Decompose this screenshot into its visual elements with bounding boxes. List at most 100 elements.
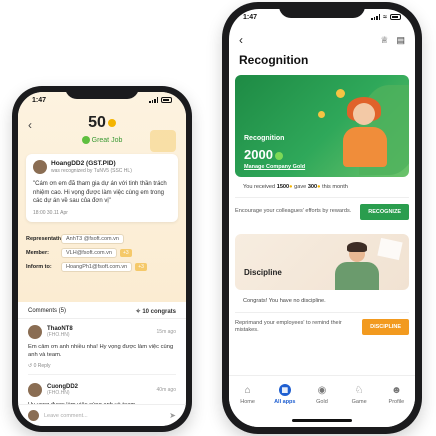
encourage-text: Encourage your colleagues' efforts by re… bbox=[235, 208, 352, 215]
paper-illustration bbox=[377, 237, 403, 261]
discipline-row: Reprimand your employees' to remind thei… bbox=[235, 319, 409, 335]
person-illustration bbox=[343, 127, 387, 167]
congrats-label: 10 congrats bbox=[142, 309, 176, 315]
summary-prefix: You received bbox=[243, 184, 276, 190]
field-member: Member: VLH@fsoft.com.vn +3 bbox=[26, 248, 178, 258]
avatar bbox=[33, 160, 47, 174]
manage-company-gold-link[interactable]: Manage Company Gold bbox=[244, 164, 305, 170]
status-time: 1:47 bbox=[243, 13, 258, 21]
signal-icon bbox=[371, 14, 381, 20]
trophy-icon[interactable]: ♕ bbox=[380, 35, 388, 46]
nav-item-home[interactable]: ⌂ Home bbox=[233, 384, 263, 427]
field-inform-to: Inform to: HoangPh1@fsoft.com.vn +3 bbox=[26, 262, 178, 272]
send-icon[interactable]: ➤ bbox=[169, 411, 176, 420]
gold-icon: ◉ bbox=[317, 384, 327, 396]
banner-amount: 2000 bbox=[244, 147, 283, 162]
person-head-illustration bbox=[353, 103, 375, 125]
nav-label: All apps bbox=[274, 399, 296, 405]
coin-icon bbox=[107, 118, 116, 127]
phone-notch bbox=[279, 2, 365, 18]
field-label: Representative: bbox=[26, 236, 68, 242]
comment-composer: Leave comment... ➤ bbox=[18, 404, 186, 426]
summary-suffix: this month bbox=[322, 184, 348, 190]
phone-right: 1:47 ≈ ‹ ♕ ▤ Recognition Recognition 200… bbox=[222, 2, 422, 434]
gold-coin-icon bbox=[274, 151, 283, 160]
award-amount-value: 50 bbox=[88, 114, 106, 131]
more-count-badge[interactable]: +3 bbox=[119, 249, 132, 257]
recognition-detail-screen: 1:47 ‹ 50 Great Job HoangDD2 (GST.PID) w… bbox=[18, 92, 186, 426]
game-icon: ♘ bbox=[354, 384, 364, 396]
field-value[interactable]: VLH@fsoft.com.vn bbox=[61, 248, 117, 258]
recognition-card: HoangDD2 (GST.PID) was recognized by TuN… bbox=[26, 154, 178, 222]
nav-label: Gold bbox=[316, 399, 328, 405]
discipline-label: Discipline bbox=[244, 268, 282, 277]
coin-icon bbox=[336, 89, 345, 98]
congrats-count[interactable]: ✧ 10 congrats bbox=[136, 308, 176, 315]
banner-amount-value: 2000 bbox=[244, 147, 273, 162]
person-illustration bbox=[335, 262, 379, 290]
discipline-banner: Discipline bbox=[235, 234, 409, 290]
avatar bbox=[28, 325, 42, 339]
more-count-badge[interactable]: +3 bbox=[135, 263, 147, 271]
battery-icon bbox=[161, 97, 172, 103]
person-hair-illustration bbox=[347, 242, 367, 252]
summary-received: 1500 bbox=[276, 184, 290, 190]
field-value[interactable]: AnhT3 @fsoft.com.vn bbox=[61, 234, 124, 244]
comment-time: 15m ago bbox=[156, 329, 176, 335]
avatar bbox=[28, 410, 39, 421]
home-icon: ⌂ bbox=[244, 384, 251, 396]
comment-author-unit: (FHO.HN) bbox=[47, 390, 70, 396]
coin-icon: ● bbox=[317, 184, 321, 190]
recipient-fields: Representative: AnhT3 @fsoft.com.vn Memb… bbox=[26, 234, 178, 276]
status-icons bbox=[149, 97, 172, 103]
page-title: Recognition bbox=[239, 53, 309, 67]
reprimand-text: Reprimand your employees' to remind thei… bbox=[235, 319, 342, 334]
recognition-message: "Cám ơn em đã tham gia dự án với tinh th… bbox=[33, 181, 167, 204]
phone-notch bbox=[65, 86, 139, 99]
nav-label: Profile bbox=[388, 399, 405, 405]
phone-left: 1:47 ‹ 50 Great Job HoangDD2 (GST.PID) w… bbox=[12, 86, 192, 432]
detail-header-area: 1:47 ‹ 50 Great Job HoangDD2 (GST.PID) w… bbox=[18, 92, 186, 302]
nav-label: Home bbox=[240, 399, 255, 405]
summary-gave: 300 bbox=[307, 184, 318, 190]
recognition-screen: 1:47 ≈ ‹ ♕ ▤ Recognition Recognition 200… bbox=[229, 9, 415, 427]
comment-text: Em cảm ơn anh nhiều nha! Hy vọng được là… bbox=[28, 344, 174, 358]
coin-icon bbox=[318, 111, 325, 118]
avatar bbox=[28, 383, 42, 397]
document-icon[interactable]: ▤ bbox=[396, 35, 405, 46]
reply-button[interactable]: ↺ 0 Reply bbox=[28, 363, 176, 375]
comment-time: 40m ago bbox=[156, 387, 176, 393]
recognized-by: was recognized by TuNV5 (SSC HL) bbox=[51, 168, 132, 174]
signal-icon bbox=[149, 97, 158, 103]
comment-author-unit: (FHO.HN) bbox=[47, 332, 70, 338]
field-representative: Representative: AnhT3 @fsoft.com.vn bbox=[26, 234, 178, 244]
banner-label: Recognition bbox=[244, 135, 285, 142]
monthly-summary: You received 1500● gave 300● this month bbox=[235, 177, 409, 198]
status-icons: ≈ bbox=[371, 14, 401, 21]
recognition-time: 18:00 30.11 Apr bbox=[33, 209, 68, 216]
back-button[interactable]: ‹ bbox=[239, 33, 243, 47]
battery-icon bbox=[390, 14, 401, 20]
sender-name: HoangDD2 (GST.PID) bbox=[51, 160, 116, 167]
badge-text: Great Job bbox=[91, 136, 123, 144]
status-time: 1:47 bbox=[32, 96, 47, 104]
summary-mid: gave bbox=[294, 184, 307, 190]
comment-input[interactable]: Leave comment... bbox=[44, 413, 88, 419]
nav-item-profile[interactable]: ☻ Profile bbox=[381, 384, 411, 427]
comments-header: Comments (5) ✧ 10 congrats bbox=[18, 302, 186, 319]
discipline-button[interactable]: DISCIPLINE bbox=[362, 319, 409, 335]
recognize-row: Encourage your colleagues' efforts by re… bbox=[235, 204, 409, 220]
wifi-icon: ≈ bbox=[383, 13, 387, 21]
recognition-sender: HoangDD2 (GST.PID) was recognized by TuN… bbox=[33, 160, 171, 174]
field-label: Member: bbox=[26, 250, 49, 256]
field-value[interactable]: HoangPh1@fsoft.com.vn bbox=[61, 262, 133, 272]
gift-illustration bbox=[150, 130, 176, 152]
recognize-button[interactable]: RECOGNIZE bbox=[360, 204, 409, 220]
app-header: ‹ ♕ ▤ bbox=[229, 25, 415, 49]
showcase-stage: 1:47 ‹ 50 Great Job HoangDD2 (GST.PID) w… bbox=[0, 0, 436, 436]
discipline-status: Congrats! You have no discipline. bbox=[235, 290, 409, 313]
reply-count: 0 Reply bbox=[33, 363, 51, 369]
field-label: Inform to: bbox=[26, 264, 52, 270]
nav-label: Game bbox=[351, 399, 367, 405]
badge-icon bbox=[81, 136, 90, 144]
